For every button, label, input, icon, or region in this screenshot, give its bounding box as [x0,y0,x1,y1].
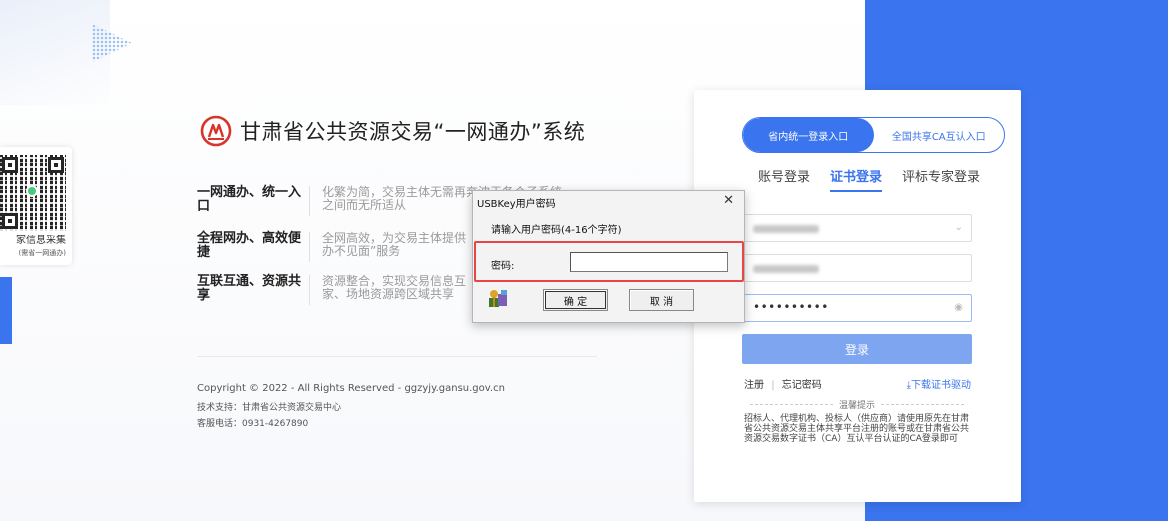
certificate-select[interactable]: ⌄ [742,214,972,242]
chevron-down-icon: ⌄ [954,222,963,233]
dialog-prompt: 请输入用户密码(4-16个字符) [491,225,622,236]
login-links: 注册 | 忘记密码 [744,376,826,391]
qr-code-icon [0,155,66,231]
password-field[interactable]: •••••••••• ◉ [742,294,972,322]
blurred-value [753,265,819,273]
qr-subcaption: (需省一网通办) [18,249,66,257]
ok-button[interactable]: 确 定 [543,289,608,311]
keys-icon [489,290,507,307]
qr-caption: 家信息采集 [16,235,66,246]
support-text: 技术支持：甘肃省公共资源交易中心 [197,403,342,413]
divider [197,356,597,357]
tab-national-ca-login[interactable]: 全国共享CA互认入口 [874,118,1005,152]
usbkey-password-dialog: USBKey用户密码 ✕ 请输入用户密码(4-16个字符) 密码: 确 定 取 … [472,190,745,323]
copyright-text: Copyright © 2022 - All Rights Reserved -… [197,383,505,394]
eye-icon[interactable]: ◉ [954,302,963,313]
close-icon[interactable]: ✕ [723,193,734,208]
tab-account-login[interactable]: 账号登录 [758,166,810,192]
qr-code-panel[interactable]: 家信息采集 (需省一网通办) [0,147,72,265]
tab-expert-login[interactable]: 评标专家登录 [902,166,980,192]
divider [750,404,833,405]
divider [309,275,310,305]
entry-tab-group: 省内统一登录入口 全国共享CA互认入口 [742,117,1005,153]
page-title: 甘肃省公共资源交易“一网通办”系统 [240,120,586,144]
tab-certificate-login[interactable]: 证书登录 [830,166,883,192]
blurred-value [753,225,819,233]
divider [881,404,965,405]
side-tab[interactable] [0,277,12,344]
phone-text: 客服电话：0931-4267890 [197,419,309,429]
tab-provincial-login[interactable]: 省内统一登录入口 [743,118,874,152]
certificate-user-field[interactable] [742,254,972,282]
divider [309,186,310,216]
forgot-password-link[interactable]: 忘记密码 [782,380,822,391]
register-link[interactable]: 注册 [744,380,764,391]
tips-header: 温馨提示 [744,398,970,411]
logo-icon [200,115,232,147]
download-driver-link[interactable]: ⤓下载证书驱动 [907,376,971,391]
feature-description: 全网高效，为交易主体提供办不见面”服务 [322,231,467,258]
feature-title: 全程网办、高效便捷 [197,231,302,260]
cancel-button[interactable]: 取 消 [629,289,694,311]
login-method-tabs: 账号登录 证书登录 评标专家登录 [758,166,980,192]
link-separator: | [771,380,775,391]
password-label: 密码: [491,261,515,272]
login-button[interactable]: 登录 [742,334,972,364]
divider [309,232,310,262]
password-mask: •••••••••• [753,300,829,314]
brand-header: 甘肃省公共资源交易“一网通办”系统 [200,115,585,147]
feature-description: 资源整合，实现交易信息互家、场地资源跨区域共享 [322,274,467,301]
tips-title: 温馨提示 [839,401,876,411]
tips-text: 招标人、代理机构、投标人（供应商）请使用原先在甘肃省公共资源交易主体共享平台注册… [744,414,970,444]
dialog-title: USBKey用户密码 [477,199,556,210]
feature-title: 互联互通、资源共享 [197,274,302,303]
feature-title: 一网通办、统一入口 [197,185,302,214]
usbkey-password-input[interactable] [570,252,728,272]
